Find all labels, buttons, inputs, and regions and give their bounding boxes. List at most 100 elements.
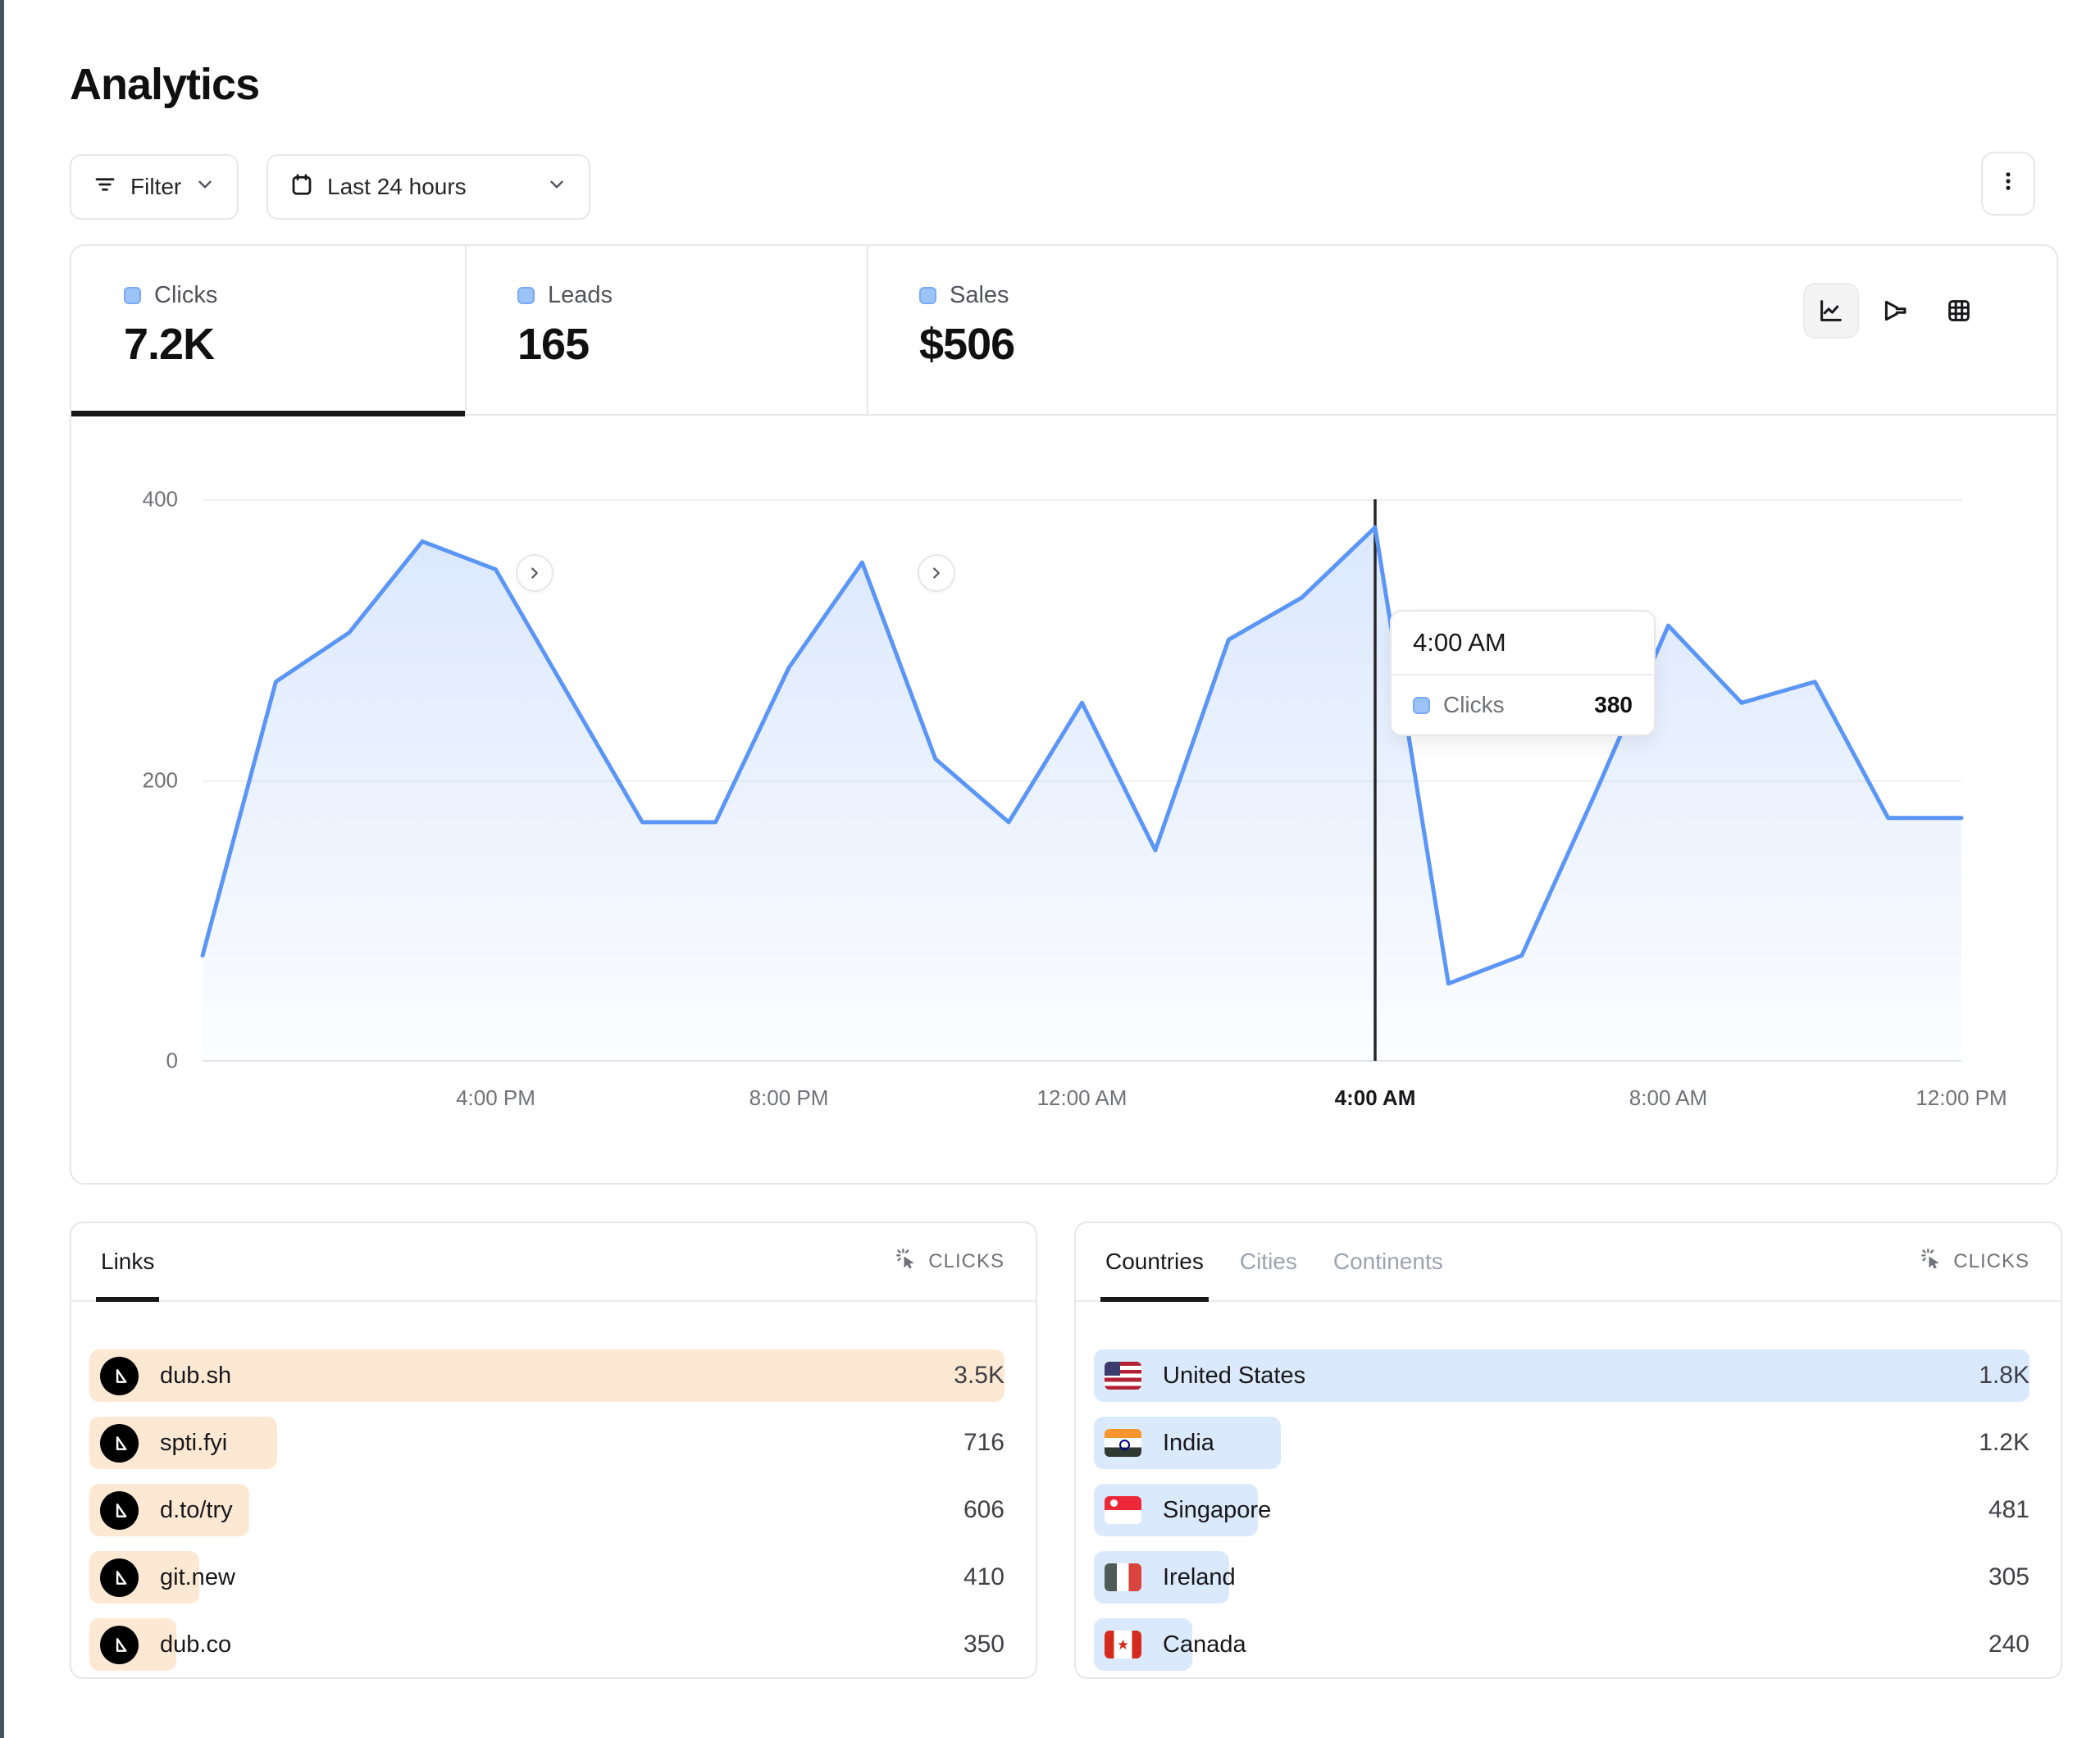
x-axis-label: 4:00 PM [456, 1085, 535, 1111]
y-axis: 0200400 [80, 499, 178, 1061]
date-range-button[interactable]: Last 24 hours [266, 154, 590, 220]
singapore-flag-icon [1105, 1496, 1141, 1524]
countries-metric-label: CLICKS [1953, 1250, 2029, 1273]
table-view-button[interactable] [1931, 283, 1987, 339]
x-axis-label: 8:00 AM [1629, 1085, 1707, 1111]
cursor-click-icon [1920, 1248, 1943, 1276]
tab-cities[interactable]: Cities [1240, 1223, 1297, 1300]
us-flag-icon [1105, 1362, 1141, 1390]
link-row[interactable]: spti.fyi 716 [89, 1417, 1004, 1469]
link-row[interactable]: dub.co 350 [89, 1618, 1004, 1671]
tooltip-legend-swatch [1413, 697, 1430, 714]
country-row[interactable]: Canada 240 [1094, 1618, 2029, 1671]
country-row[interactable]: Ireland 305 [1094, 1551, 2029, 1604]
filter-button-label: Filter [130, 174, 181, 200]
country-clicks: 305 [1988, 1563, 2029, 1591]
clicks-legend-swatch [124, 287, 141, 304]
chevron-down-icon [546, 174, 567, 201]
link-clicks: 350 [963, 1631, 1004, 1658]
chevron-down-icon [194, 174, 216, 201]
x-axis-label: 4:00 AM [1335, 1085, 1416, 1111]
country-row[interactable]: United States 1.8K [1094, 1349, 2029, 1402]
link-row[interactable]: d.to/try 606 [89, 1484, 1004, 1536]
window-edge-strip [0, 0, 4, 1738]
x-axis-label: 12:00 AM [1037, 1085, 1127, 1111]
country-clicks: 1.2K [1979, 1429, 2029, 1457]
x-axis-label: 12:00 PM [1916, 1085, 2007, 1111]
link-row[interactable]: dub.sh 3.5K [89, 1349, 1004, 1402]
tab-links[interactable]: Links [101, 1223, 154, 1300]
area-fill [203, 527, 1961, 1061]
countries-list: United States 1.8K India 1.2K Singapore … [1076, 1302, 2061, 1671]
filter-button[interactable]: Filter [70, 154, 239, 220]
link-clicks: 410 [963, 1563, 1004, 1591]
dub-logo-icon [100, 1357, 139, 1395]
country-label: Ireland [1163, 1564, 1236, 1591]
x-axis-label: 8:00 PM [749, 1085, 829, 1111]
dub-logo-icon [100, 1424, 139, 1463]
more-options-button[interactable] [1981, 152, 2035, 216]
expand-clicks-chevron-button[interactable] [516, 554, 553, 592]
link-clicks: 3.5K [954, 1362, 1004, 1390]
calendar-icon [289, 172, 314, 202]
funnel-view-button[interactable] [1867, 283, 1923, 339]
link-label: dub.co [160, 1631, 231, 1658]
links-panel: Links CLICKS dub.sh 3.5K spti.fyi 716 [70, 1222, 1037, 1679]
india-flag-icon [1105, 1429, 1141, 1457]
link-clicks: 606 [963, 1496, 1004, 1524]
country-clicks: 240 [1988, 1631, 2029, 1658]
dub-logo-icon [100, 1491, 139, 1530]
chart-tooltip: 4:00 AM Clicks 380 [1390, 610, 1656, 736]
link-label: d.to/try [160, 1497, 233, 1524]
links-list: dub.sh 3.5K spti.fyi 716 d.to/try 606 [71, 1302, 1036, 1671]
date-range-label: Last 24 hours [327, 174, 467, 200]
expand-leads-chevron-button[interactable] [918, 554, 955, 592]
country-label: India [1163, 1430, 1214, 1457]
divider [867, 246, 868, 416]
chart-view-switcher [1803, 283, 1987, 339]
link-label: dub.sh [160, 1363, 231, 1390]
tab-continents-label: Continents [1333, 1249, 1443, 1275]
dub-logo-icon [100, 1626, 139, 1664]
tab-leads[interactable]: Leads 165 [465, 246, 867, 416]
country-clicks: 481 [1988, 1496, 2029, 1524]
tab-continents[interactable]: Continents [1333, 1223, 1443, 1300]
link-label: git.new [160, 1564, 235, 1591]
tab-links-label: Links [101, 1249, 154, 1275]
tab-clicks[interactable]: Clicks 7.2K [71, 246, 465, 416]
stats-header: Clicks 7.2K Leads 165 Sales $506 [71, 246, 2057, 416]
page-title: Analytics [70, 59, 259, 110]
sales-value: $506 [919, 319, 1252, 370]
active-tab-underline [71, 411, 465, 416]
country-label: Canada [1163, 1631, 1246, 1658]
link-row[interactable]: git.new 410 [89, 1551, 1004, 1604]
divider [465, 246, 467, 416]
stat-label: Leads [548, 282, 613, 309]
leads-value: 165 [517, 319, 867, 370]
line-chart-view-button[interactable] [1803, 283, 1859, 339]
tab-cities-label: Cities [1240, 1249, 1297, 1275]
tooltip-value: 380 [1594, 692, 1633, 718]
analytics-card: Clicks 7.2K Leads 165 Sales $506 [70, 244, 2058, 1185]
link-clicks: 716 [963, 1429, 1004, 1457]
clicks-series [203, 499, 1961, 1061]
tab-sales[interactable]: Sales $506 [867, 246, 1252, 416]
x-axis: 4:00 PM8:00 PM12:00 AM4:00 AM8:00 AM12:0… [203, 1085, 1961, 1118]
clicks-area-chart[interactable]: 0200400 4:00 PM8:00 PM12:00 AM4:00 AM8:0… [203, 499, 1961, 1061]
tooltip-time: 4:00 AM [1392, 612, 1654, 676]
country-clicks: 1.8K [1979, 1362, 2029, 1390]
tab-countries-label: Countries [1105, 1249, 1204, 1275]
y-axis-label: 0 [166, 1049, 178, 1074]
country-label: Singapore [1163, 1497, 1271, 1524]
leads-legend-swatch [517, 287, 535, 304]
tab-countries[interactable]: Countries [1105, 1223, 1204, 1300]
countries-metric-selector[interactable]: CLICKS [1920, 1248, 2029, 1276]
cursor-click-icon [895, 1248, 918, 1276]
links-metric-selector[interactable]: CLICKS [895, 1248, 1004, 1276]
country-label: United States [1163, 1363, 1305, 1390]
country-row[interactable]: India 1.2K [1094, 1417, 2029, 1469]
kebab-menu-icon [1997, 170, 2020, 198]
link-label: spti.fyi [160, 1430, 227, 1457]
country-row[interactable]: Singapore 481 [1094, 1484, 2029, 1536]
y-axis-label: 400 [143, 487, 178, 512]
